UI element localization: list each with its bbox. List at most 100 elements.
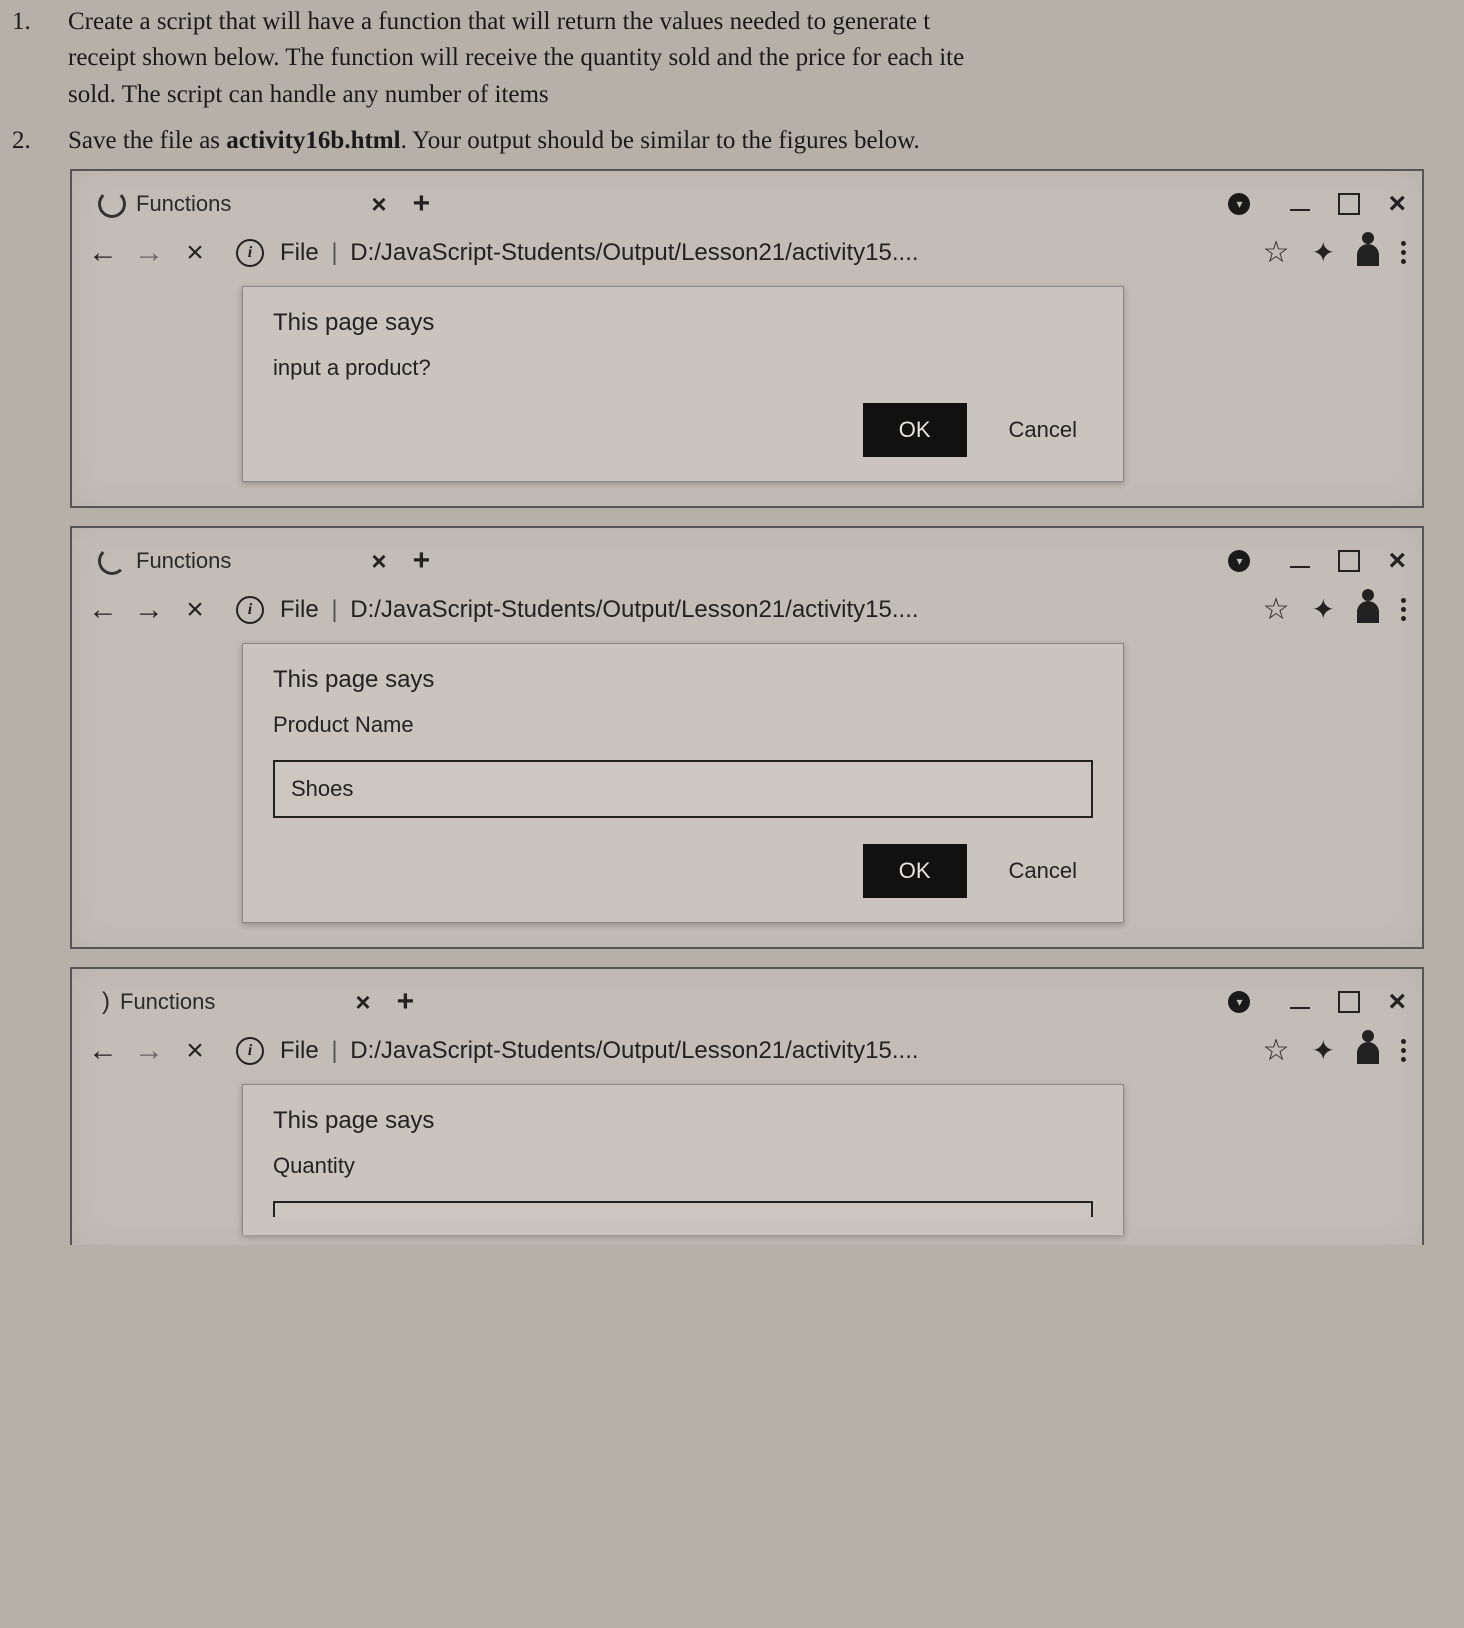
url-scheme: File [280, 239, 319, 266]
extensions-icon[interactable]: ✦ [1312, 593, 1335, 626]
media-indicator-icon[interactable]: ▾ [1228, 550, 1250, 572]
browser-tab[interactable]: Functions [88, 543, 241, 579]
tab-title: Functions [136, 548, 231, 574]
titlebar: Functions × + ▾ × [82, 179, 1412, 229]
site-info-icon[interactable]: i [236, 596, 264, 624]
url-path: D:/JavaScript-Students/Output/Lesson21/a… [350, 1037, 918, 1064]
js-dialog: This page says Quantity [242, 1084, 1124, 1235]
toolbar-right-icons: ☆ ✦ [1263, 235, 1406, 270]
address-bar: ← → × i File | D:/JavaScript-Students/Ou… [82, 586, 1412, 633]
back-button[interactable]: ← [88, 236, 118, 270]
bookmark-star-icon[interactable]: ☆ [1263, 1033, 1290, 1068]
window-minimize-icon[interactable] [1290, 566, 1310, 568]
forward-button[interactable]: → [134, 236, 164, 270]
dialog-cancel-button[interactable]: Cancel [1003, 416, 1083, 444]
url-display[interactable]: File | D:/JavaScript-Students/Output/Les… [280, 596, 1247, 624]
window-maximize-icon[interactable] [1338, 991, 1360, 1013]
site-info-icon[interactable]: i [236, 239, 264, 267]
dialog-message: Product Name [273, 712, 1093, 738]
forward-button[interactable]: → [134, 1034, 164, 1068]
url-scheme: File [280, 1037, 319, 1064]
profile-avatar-icon[interactable] [1357, 1042, 1379, 1064]
window-controls: × [1290, 985, 1406, 1019]
back-button[interactable]: ← [88, 1034, 118, 1068]
browser-tab[interactable]: Functions [88, 186, 241, 222]
new-tab-button[interactable]: + [413, 187, 431, 221]
instruction-2-post: . Your output should be similar to the f… [401, 127, 920, 154]
loading-spinner-icon [98, 190, 126, 218]
site-info-icon[interactable]: i [236, 1037, 264, 1065]
instructions-block: 1.Create a script that will have a funct… [40, 4, 1444, 159]
tab-title: Functions [120, 989, 215, 1015]
toolbar-right-icons: ☆ ✦ [1263, 1033, 1406, 1068]
browser-window-2: Functions × + ▾ × ← → × i File | D:/Java… [70, 526, 1424, 949]
media-indicator-icon[interactable]: ▾ [1228, 991, 1250, 1013]
tab-title: Functions [136, 191, 231, 217]
dialog-cancel-button[interactable]: Cancel [1003, 857, 1083, 885]
titlebar: ) Functions × + ▾ × [82, 977, 1412, 1027]
instruction-2-filename: activity16b.html [226, 127, 400, 154]
tab-close-icon[interactable]: × [355, 987, 370, 1018]
url-separator: | [331, 596, 337, 623]
menu-kebab-icon[interactable] [1401, 598, 1406, 621]
window-maximize-icon[interactable] [1338, 193, 1360, 215]
dialog-buttons: OK Cancel [273, 844, 1093, 898]
url-display[interactable]: File | D:/JavaScript-Students/Output/Les… [280, 1037, 1247, 1065]
window-close-icon[interactable]: × [1388, 544, 1406, 578]
extensions-icon[interactable]: ✦ [1312, 1034, 1335, 1067]
address-bar: ← → × i File | D:/JavaScript-Students/Ou… [82, 229, 1412, 276]
new-tab-button[interactable]: + [413, 544, 431, 578]
url-display[interactable]: File | D:/JavaScript-Students/Output/Les… [280, 239, 1247, 267]
dialog-title: This page says [273, 309, 1093, 337]
instruction-item-1: 1.Create a script that will have a funct… [40, 4, 1444, 113]
media-indicator-icon[interactable]: ▾ [1228, 193, 1250, 215]
dialog-ok-button[interactable]: OK [863, 844, 967, 898]
url-path: D:/JavaScript-Students/Output/Lesson21/a… [350, 596, 918, 623]
browser-tab[interactable]: ) Functions [88, 984, 225, 1020]
forward-button[interactable]: → [134, 593, 164, 627]
window-maximize-icon[interactable] [1338, 550, 1360, 572]
dialog-title: This page says [273, 666, 1093, 694]
address-bar: ← → × i File | D:/JavaScript-Students/Ou… [82, 1027, 1412, 1074]
js-dialog: This page says Product Name OK Cancel [242, 643, 1124, 923]
dialog-prompt-input[interactable] [273, 760, 1093, 818]
stop-reload-button[interactable]: × [180, 1034, 210, 1068]
instruction-2-pre: Save the file as [68, 127, 226, 154]
extensions-icon[interactable]: ✦ [1312, 236, 1335, 269]
url-scheme: File [280, 596, 319, 623]
dialog-message: Quantity [273, 1153, 1093, 1179]
back-button[interactable]: ← [88, 593, 118, 627]
instruction-item-2: 2.Save the file as activity16b.html. You… [40, 123, 1444, 159]
profile-avatar-icon[interactable] [1357, 244, 1379, 266]
bookmark-star-icon[interactable]: ☆ [1263, 592, 1290, 627]
window-controls: × [1290, 187, 1406, 221]
toolbar-right-icons: ☆ ✦ [1263, 592, 1406, 627]
instruction-1-line3: sold. The script can handle any number o… [68, 81, 549, 108]
loading-spinner-icon [98, 547, 126, 575]
loading-spinner-icon: ) [98, 988, 110, 1016]
dialog-ok-button[interactable]: OK [863, 403, 967, 457]
new-tab-button[interactable]: + [397, 985, 415, 1019]
dialog-buttons: OK Cancel [273, 403, 1093, 457]
window-minimize-icon[interactable] [1290, 1007, 1310, 1009]
tab-close-icon[interactable]: × [371, 546, 386, 577]
profile-avatar-icon[interactable] [1357, 601, 1379, 623]
menu-kebab-icon[interactable] [1401, 241, 1406, 264]
browser-window-3: ) Functions × + ▾ × ← → × i File | D:/Ja… [70, 967, 1424, 1245]
window-minimize-icon[interactable] [1290, 209, 1310, 211]
bookmark-star-icon[interactable]: ☆ [1263, 235, 1290, 270]
window-controls: × [1290, 544, 1406, 578]
stop-reload-button[interactable]: × [180, 236, 210, 270]
window-close-icon[interactable]: × [1388, 187, 1406, 221]
menu-kebab-icon[interactable] [1401, 1039, 1406, 1062]
stop-reload-button[interactable]: × [180, 593, 210, 627]
instruction-1-line1: Create a script that will have a functio… [68, 8, 930, 35]
dialog-prompt-input[interactable] [273, 1201, 1093, 1217]
tab-close-icon[interactable]: × [371, 189, 386, 220]
url-path: D:/JavaScript-Students/Output/Lesson21/a… [350, 239, 918, 266]
window-close-icon[interactable]: × [1388, 985, 1406, 1019]
instruction-1-line2: receipt shown below. The function will r… [68, 44, 964, 71]
titlebar: Functions × + ▾ × [82, 536, 1412, 586]
dialog-message: input a product? [273, 355, 1093, 381]
url-separator: | [331, 239, 337, 266]
